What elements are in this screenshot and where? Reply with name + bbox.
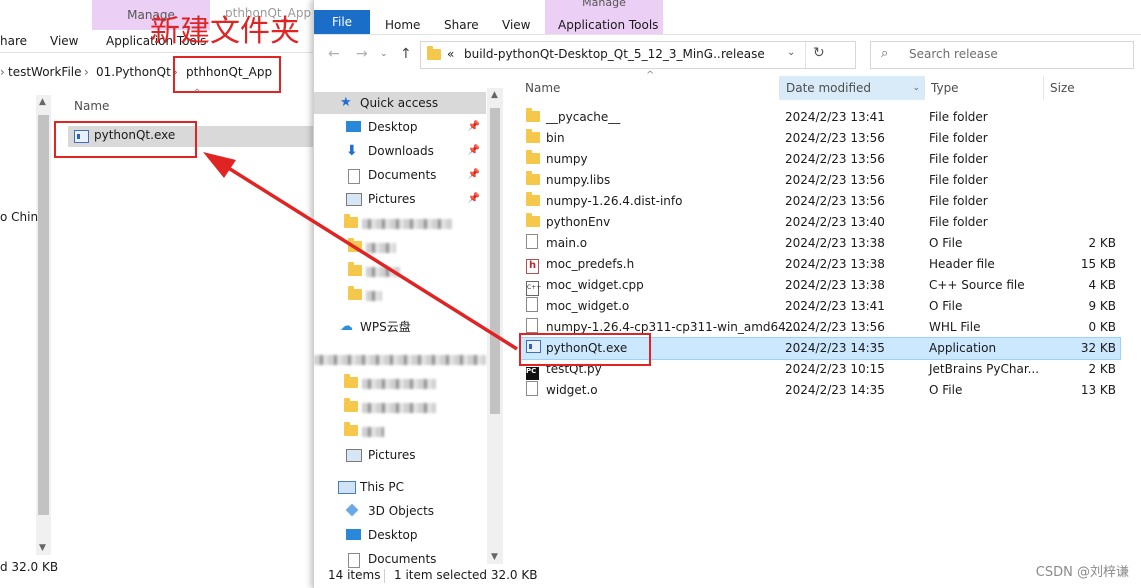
annotation-arrowhead (203, 152, 236, 178)
annotation-arrow (203, 152, 518, 351)
annotation-arrow-line (221, 162, 518, 351)
